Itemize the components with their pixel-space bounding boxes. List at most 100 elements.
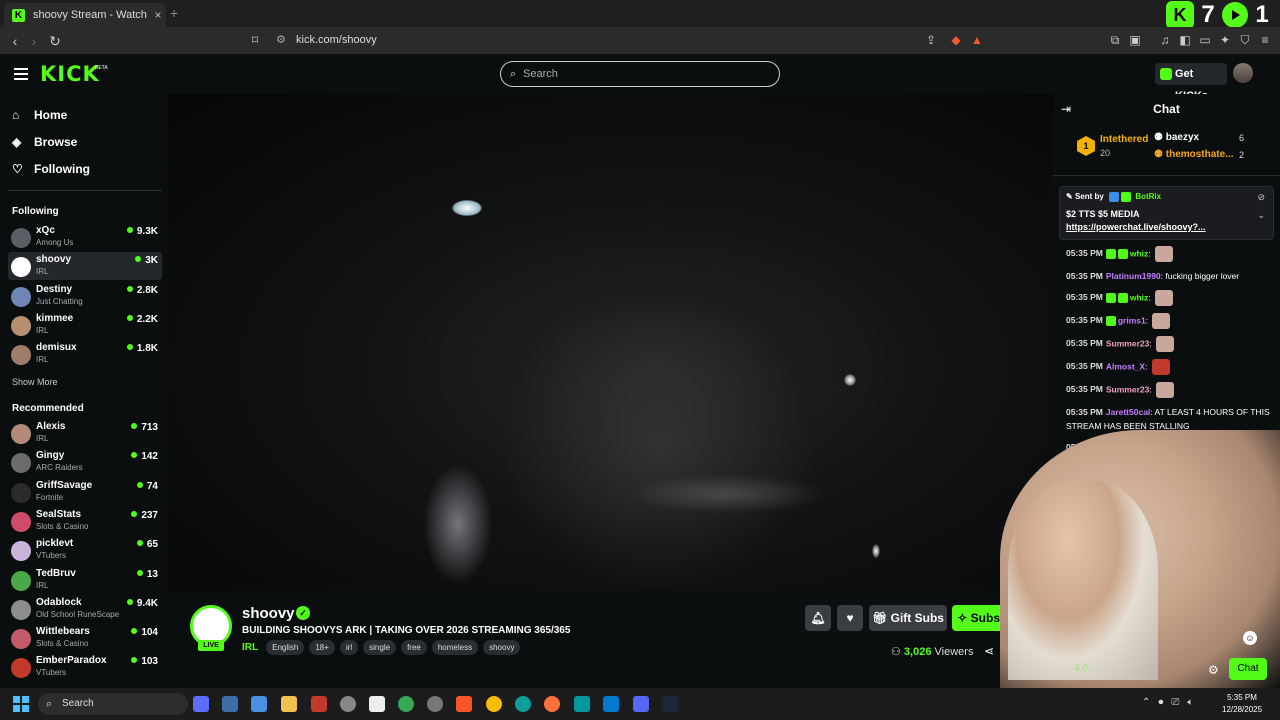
- brave-shield-icon[interactable]: ◆: [949, 33, 963, 47]
- sidebar-channel-alexis[interactable]: Alexis IRL 713: [8, 419, 162, 447]
- arduino-icon[interactable]: [574, 696, 590, 712]
- stream-tag[interactable]: irl: [339, 640, 359, 655]
- chat-message[interactable]: 05:35 PMSummer23:: [1066, 382, 1271, 398]
- pinned-message[interactable]: ✎ Sent by BotRix ⊘ ⌄ $2 TTS $5 MEDIA htt…: [1059, 186, 1274, 240]
- chevron-down-icon[interactable]: ⌄: [1257, 210, 1265, 221]
- search-input[interactable]: ⌕ Search: [500, 61, 780, 87]
- sidebar-channel-shoovy[interactable]: shoovy IRL 3K: [8, 252, 162, 281]
- stream-tag[interactable]: single: [363, 640, 397, 655]
- stream-tag[interactable]: shoovy: [483, 640, 521, 655]
- media-icon[interactable]: ♫: [1158, 33, 1172, 47]
- show-more-link[interactable]: Show More: [12, 377, 58, 387]
- app-icon[interactable]: [398, 696, 414, 712]
- browser-tab[interactable]: K shoovy Stream - Watch Live o ×: [4, 3, 166, 27]
- url-field[interactable]: ⚙ kick.com/shoovy: [270, 30, 990, 51]
- vpn-icon[interactable]: ⛉: [1238, 33, 1252, 47]
- app-icon[interactable]: [340, 696, 356, 712]
- message-username[interactable]: Platinum1990: [1106, 271, 1161, 281]
- file-explorer-icon[interactable]: [281, 696, 297, 712]
- reload-icon[interactable]: ↻: [46, 32, 64, 50]
- edge-icon[interactable]: [515, 696, 531, 712]
- user-avatar[interactable]: [1233, 63, 1253, 83]
- bookmark-icon[interactable]: ⌑: [248, 33, 262, 47]
- gift-subs-button[interactable]: 🎁︎ Gift Subs: [869, 605, 947, 631]
- app-icon[interactable]: [369, 696, 385, 712]
- app-icon[interactable]: [251, 696, 267, 712]
- app-icon[interactable]: [427, 696, 443, 712]
- back-icon[interactable]: ‹: [6, 32, 24, 50]
- hide-pin-icon[interactable]: ⊘: [1257, 192, 1265, 203]
- chat-message[interactable]: 05:35 PM Almost_X:: [1066, 359, 1271, 375]
- leo-icon[interactable]: ✦: [1218, 33, 1232, 47]
- share-page-icon[interactable]: ⇪: [924, 33, 938, 47]
- stream-tag[interactable]: free: [401, 640, 427, 655]
- emoji-icon[interactable]: ☺: [1243, 631, 1257, 645]
- stream-tag[interactable]: English: [266, 640, 305, 655]
- follow-button[interactable]: ♥: [837, 605, 863, 631]
- sidebar-channel-emberparadox[interactable]: EmberParadox VTubers 103: [8, 653, 162, 681]
- sidebar-channel-wittlebears[interactable]: Wittlebears Slots & Casino 104: [8, 624, 162, 652]
- chat-message[interactable]: 05:35 PM whiz:: [1066, 246, 1271, 262]
- tab-close-icon[interactable]: ×: [150, 8, 166, 22]
- stream-category[interactable]: IRL: [242, 642, 258, 653]
- system-clock[interactable]: 5:35 PM 12/28/2025: [1222, 692, 1262, 716]
- reader-icon[interactable]: ▣: [1128, 33, 1142, 47]
- firefox-icon[interactable]: [544, 696, 560, 712]
- sidebar-item-browse[interactable]: ◈ Browse: [12, 132, 77, 152]
- message-username[interactable]: Summer23: [1106, 338, 1149, 348]
- extensions-icon[interactable]: ⧉: [1108, 33, 1122, 47]
- sidebar-channel-xqc[interactable]: xQc Among Us 9.3K: [8, 223, 162, 251]
- sidebar-channel-kimmee[interactable]: kimmee IRL 2.2K: [8, 311, 162, 339]
- sidebar-channel-destiny[interactable]: Destiny Just Chatting 2.8K: [8, 282, 162, 310]
- vscode-icon[interactable]: [603, 696, 619, 712]
- message-username[interactable]: grims1: [1118, 315, 1146, 325]
- chat-message[interactable]: 05:35 PM Platinum1990: fucking bigger lov…: [1066, 269, 1271, 283]
- leaderboard-first-name[interactable]: Intethered: [1100, 134, 1148, 145]
- sidebar-channel-sealstats[interactable]: SealStats Slots & Casino 237: [8, 507, 162, 535]
- sidebar-channel-odablock[interactable]: Odablock Old School RuneScape 9.4K: [8, 595, 162, 623]
- sidebar-channel-griffsavage[interactable]: GriffSavage Fortnite 74: [8, 478, 162, 506]
- app-icon[interactable]: [311, 696, 327, 712]
- chat-send-button[interactable]: Chat: [1229, 658, 1267, 680]
- sidebar-channel-gingy[interactable]: Gingy ARC Raiders 142: [8, 448, 162, 476]
- sidebar-channel-picklevt[interactable]: picklevt VTubers 65: [8, 536, 162, 564]
- channel-name[interactable]: shoovy: [242, 605, 295, 622]
- leaderboard-third-name[interactable]: ⚉ themosthate...: [1154, 149, 1234, 160]
- chat-settings-gear-icon[interactable]: ⚙: [1208, 663, 1219, 677]
- video-player[interactable]: [168, 94, 1053, 591]
- get-kicks-button[interactable]: Get KICKs: [1155, 63, 1227, 102]
- brave-icon[interactable]: [456, 696, 472, 712]
- site-info-icon[interactable]: ⚙: [276, 30, 286, 51]
- pinned-link[interactable]: https://powerchat.live/shoovy?...: [1066, 222, 1206, 232]
- menu-icon[interactable]: ≡: [1258, 33, 1272, 47]
- steam-icon[interactable]: [662, 696, 678, 712]
- leaderboard-second-name[interactable]: ⚉ baezyx: [1154, 132, 1199, 143]
- stream-tag[interactable]: 18+: [309, 640, 335, 655]
- hamburger-menu-icon[interactable]: [14, 68, 28, 80]
- sidebar-icon[interactable]: ◧: [1178, 33, 1192, 47]
- message-username[interactable]: Almost_X: [1106, 361, 1145, 371]
- stream-tag[interactable]: homeless: [431, 640, 479, 655]
- chat-message[interactable]: 05:35 PM whiz:: [1066, 290, 1271, 306]
- message-username[interactable]: Summer23: [1106, 384, 1149, 394]
- notification-bell-button[interactable]: 🔔︎: [805, 605, 831, 631]
- sidebar-item-following[interactable]: ♡ Following: [12, 159, 90, 179]
- microphone-icon[interactable]: ⏺: [1158, 697, 1163, 708]
- kick-logo[interactable]: KICK: [40, 62, 100, 86]
- share-icon[interactable]: ⋖: [984, 644, 994, 658]
- sidebar-item-home[interactable]: ⌂ Home: [12, 105, 67, 125]
- taskbar-search[interactable]: ⌕ Search: [38, 693, 188, 715]
- sidebar-channel-demisux[interactable]: demisux IRL 1.8K: [8, 340, 162, 368]
- chat-message[interactable]: 05:35 PMSummer23:: [1066, 336, 1271, 352]
- chrome-icon[interactable]: [486, 696, 502, 712]
- chat-message[interactable]: 05:35 PM grims1:: [1066, 313, 1271, 329]
- task-view-icon[interactable]: [193, 696, 209, 712]
- volume-icon[interactable]: 🔈︎: [1187, 697, 1193, 708]
- sidebar-channel-tedbruv[interactable]: TedBruv IRL 13: [8, 566, 162, 594]
- message-username[interactable]: whiz: [1130, 248, 1148, 258]
- windows-start-icon[interactable]: [13, 696, 29, 712]
- message-username[interactable]: whiz: [1130, 292, 1148, 302]
- new-tab-button[interactable]: +: [170, 5, 178, 21]
- chat-message[interactable]: 05:35 PM Jarett50cal: AT LEAST 4 HOURS OF…: [1066, 405, 1271, 433]
- wallet-icon[interactable]: ▭: [1198, 33, 1212, 47]
